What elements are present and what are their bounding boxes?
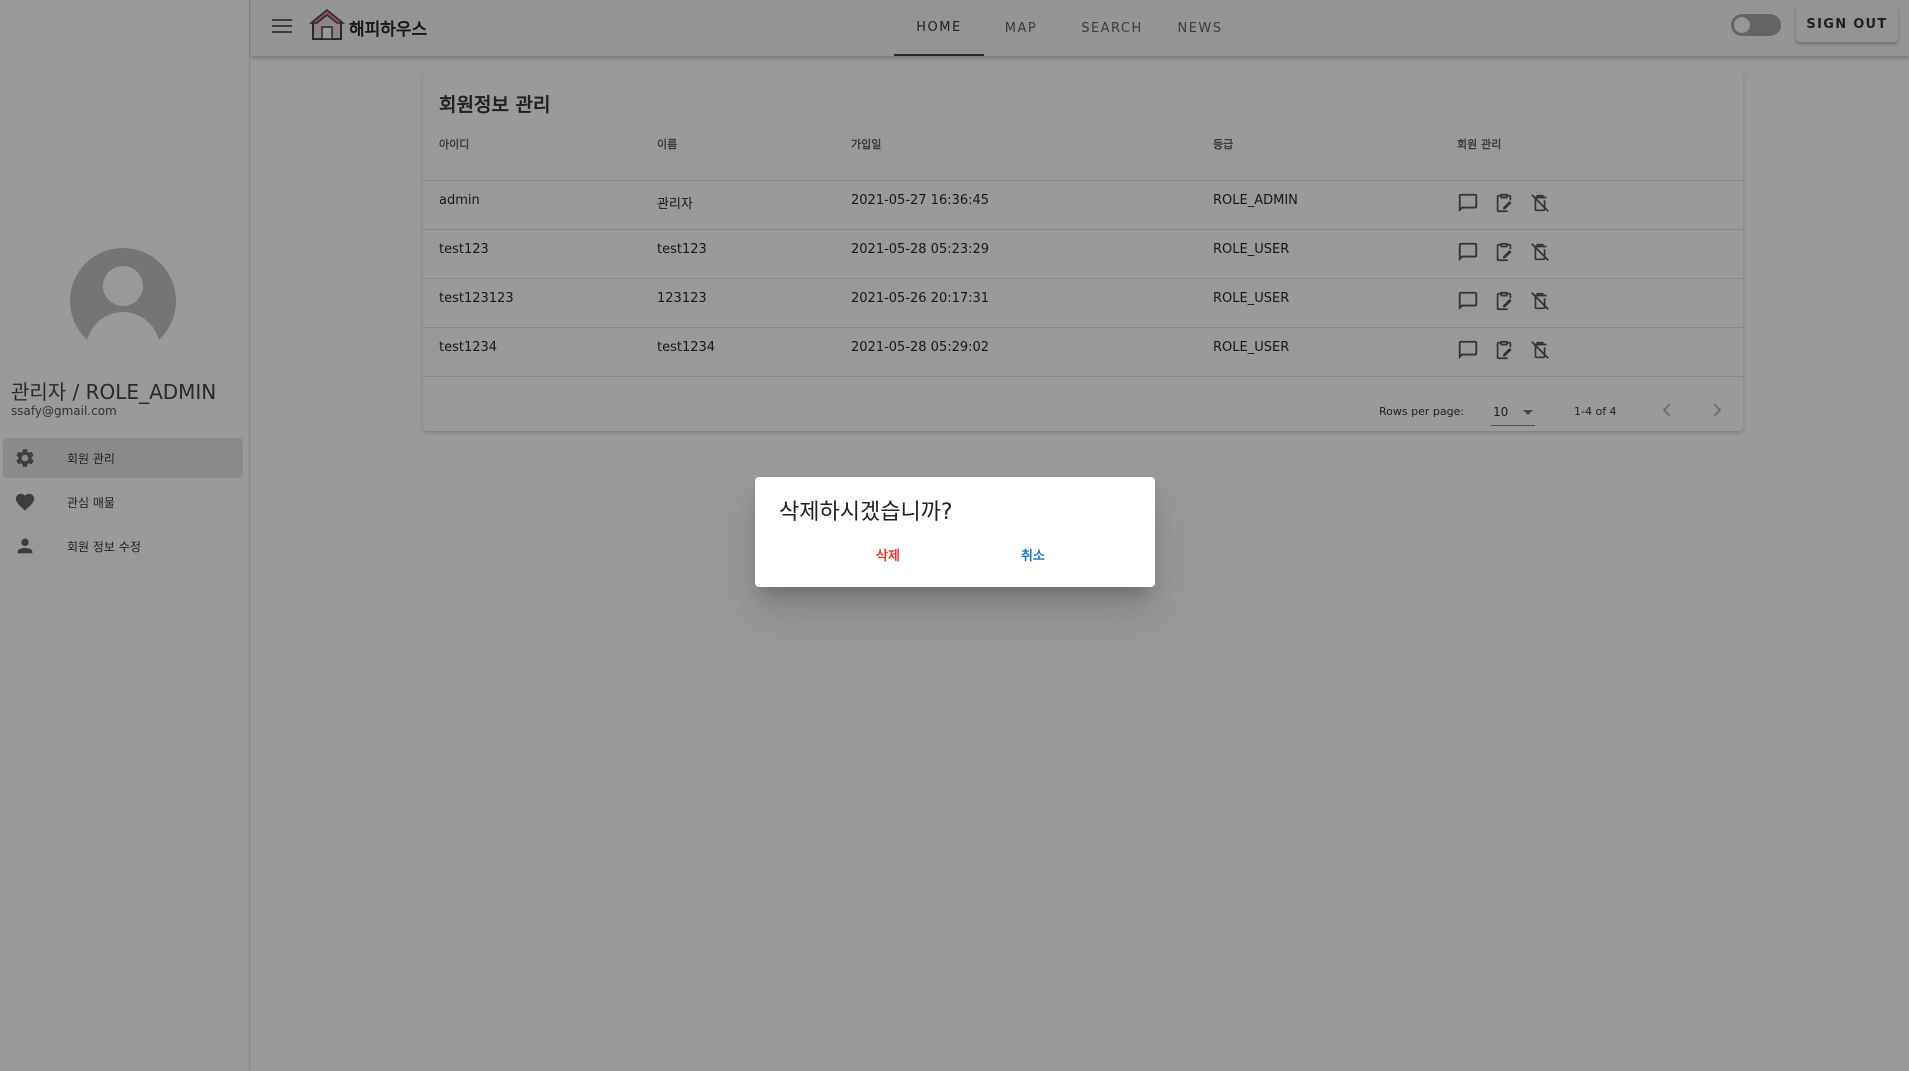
cancel-button[interactable]: 취소	[983, 539, 1083, 569]
delete-confirm-dialog: 삭제하시겠습니까? 삭제 취소	[755, 477, 1155, 587]
confirm-delete-button[interactable]: 삭제	[838, 539, 938, 569]
dialog-title: 삭제하시겠습니까?	[779, 500, 953, 525]
